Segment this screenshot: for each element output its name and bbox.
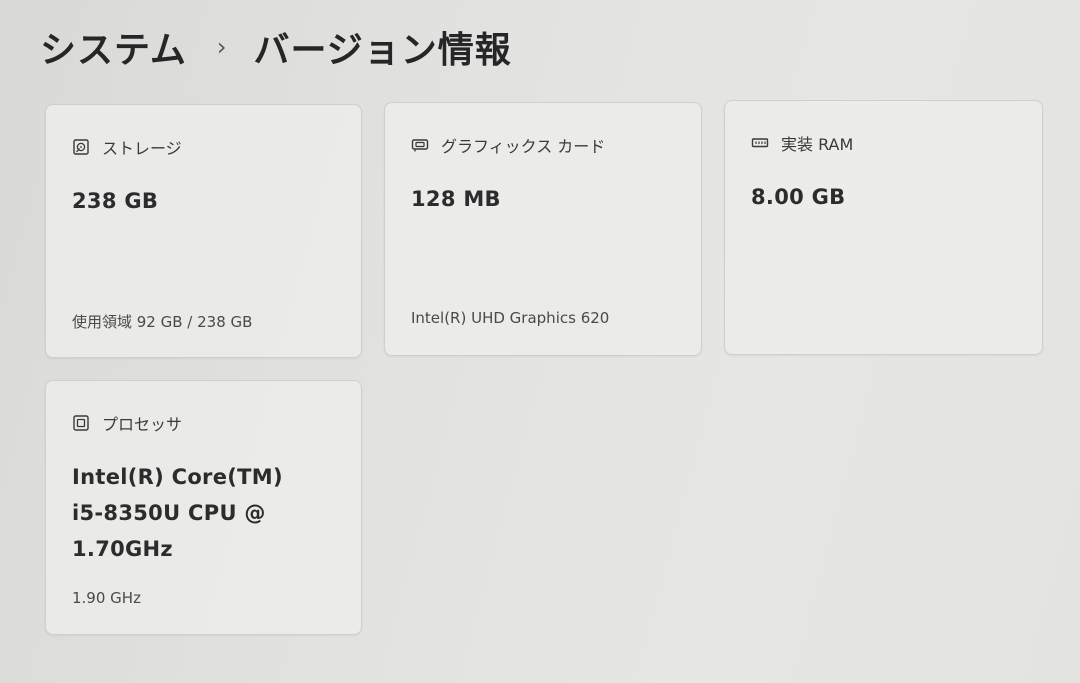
storage-icon xyxy=(73,139,89,155)
processor-clock-speed: 1.90 GHz xyxy=(72,589,141,607)
processor-name-line: i5-8350U CPU @ xyxy=(72,501,266,525)
processor-value: Intel(R) Core(TM) i5-8350U CPU @ 1.70GHz xyxy=(72,459,312,567)
storage-label: ストレージ xyxy=(102,139,182,158)
ram-card: 実装 RAM 8.00 GB xyxy=(724,100,1043,355)
processor-name-line: 1.70GHz xyxy=(72,537,173,561)
graphics-card: グラフィックス カード 128 MB Intel(R) UHD Graphics… xyxy=(384,102,702,356)
breadcrumb: システム › バージョン情報 xyxy=(40,22,512,72)
storage-value: 238 GB xyxy=(72,189,159,213)
graphics-card-icon xyxy=(411,139,429,152)
storage-card: ストレージ 238 GB 使用領域 92 GB / 238 GB xyxy=(45,104,362,358)
breadcrumb-separator: › xyxy=(216,33,228,61)
breadcrumb-parent-system[interactable]: システム xyxy=(40,21,187,73)
processor-icon xyxy=(73,415,89,431)
ram-value: 8.00 GB xyxy=(751,185,846,209)
graphics-label: グラフィックス カード xyxy=(441,137,606,156)
processor-card: プロセッサ Intel(R) Core(TM) i5-8350U CPU @ 1… xyxy=(45,380,362,635)
graphics-card-header: グラフィックス カード xyxy=(411,133,605,157)
page-title: バージョン情報 xyxy=(253,30,512,71)
ram-card-header: 実装 RAM xyxy=(751,131,853,155)
processor-card-header: プロセッサ xyxy=(72,411,182,435)
graphics-adapter-name: Intel(R) UHD Graphics 620 xyxy=(411,309,610,327)
storage-card-header: ストレージ xyxy=(72,135,182,159)
storage-usage-detail: 使用領域 92 GB / 238 GB xyxy=(72,313,253,331)
ram-label: 実装 RAM xyxy=(781,135,854,154)
processor-label: プロセッサ xyxy=(102,415,183,434)
graphics-value: 128 MB xyxy=(411,187,501,211)
memory-icon xyxy=(751,138,769,148)
processor-name-line: Intel(R) Core(TM) xyxy=(72,465,283,489)
